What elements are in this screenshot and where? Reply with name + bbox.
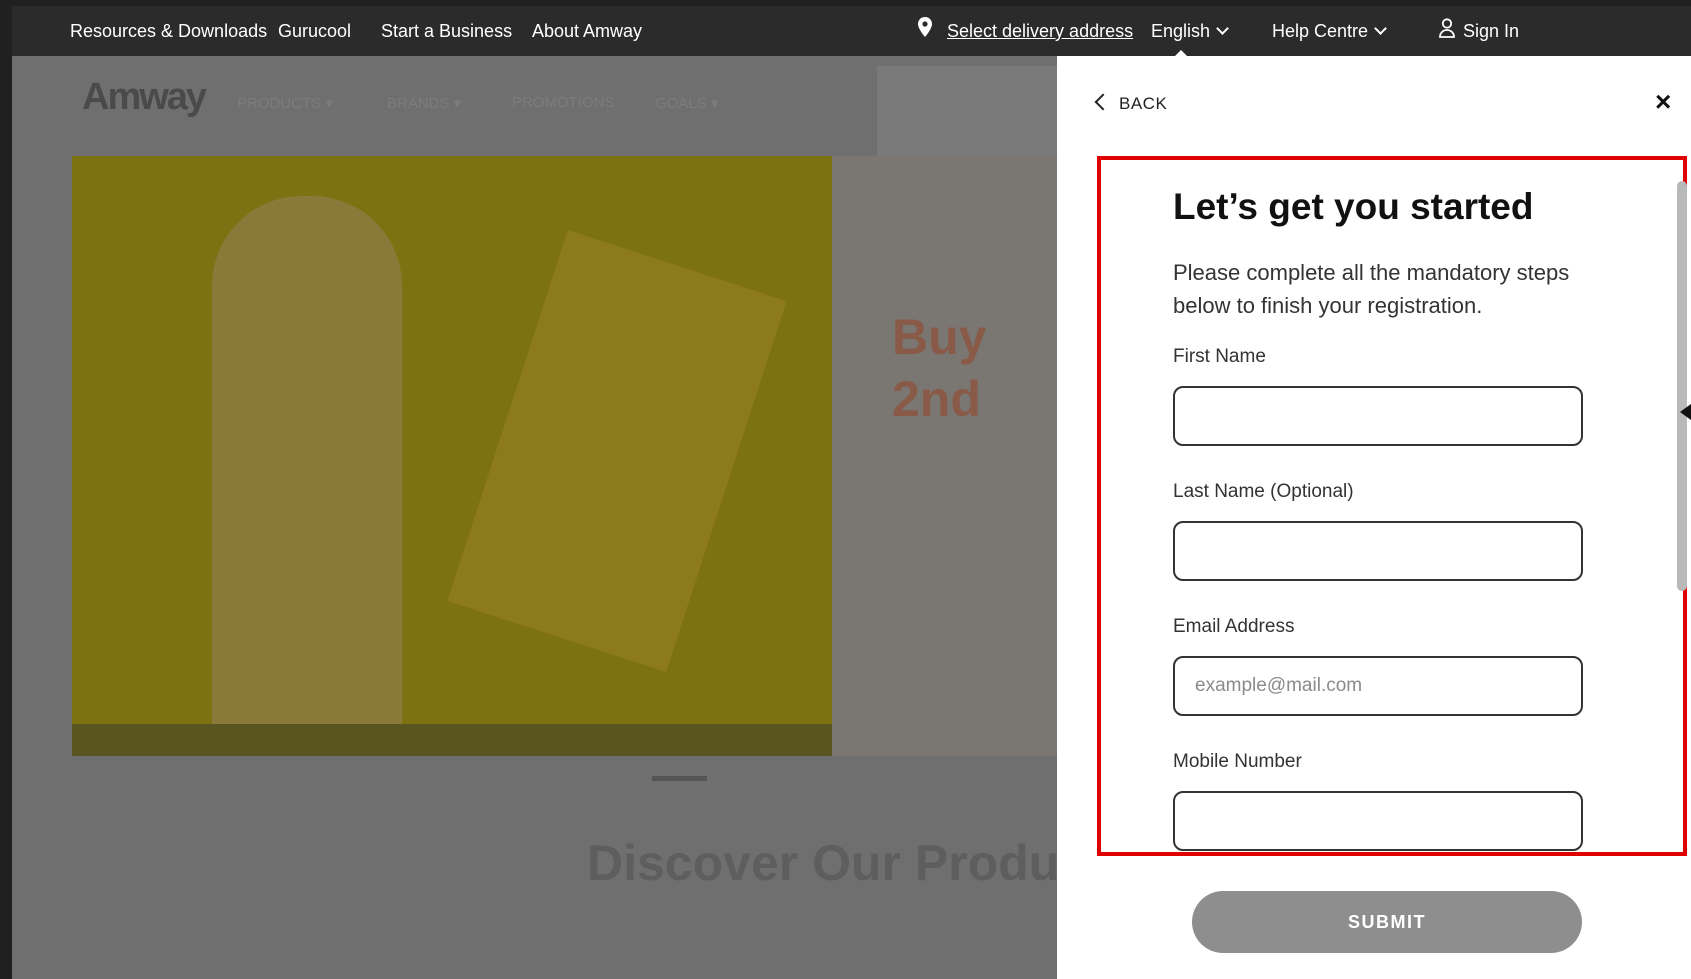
help-centre-menu[interactable]: Help Centre xyxy=(1272,6,1387,56)
mobile-number-label: Mobile Number xyxy=(1173,751,1302,772)
help-centre-label: Help Centre xyxy=(1272,21,1369,41)
nav-link-resources[interactable]: Resources & Downloads xyxy=(70,6,267,56)
chevron-left-icon xyxy=(1094,93,1112,111)
email-field[interactable] xyxy=(1173,656,1583,716)
faded-nav-goals: GOALS ▾ xyxy=(655,95,719,112)
close-icon[interactable]: × xyxy=(1655,86,1671,118)
pointer-arrow-icon xyxy=(1680,404,1691,420)
hero-person-shape xyxy=(212,196,402,756)
submit-button[interactable]: SUBMIT xyxy=(1192,891,1582,953)
back-button[interactable]: BACK xyxy=(1094,93,1168,114)
last-name-field[interactable] xyxy=(1173,521,1583,581)
mobile-number-field[interactable] xyxy=(1173,791,1583,851)
user-icon xyxy=(1439,7,1455,57)
nav-link-start-business[interactable]: Start a Business xyxy=(381,6,512,56)
discover-heading: Discover Our Produc xyxy=(587,835,1057,891)
language-selector[interactable]: English xyxy=(1151,6,1229,56)
faded-nav-brands: BRANDS ▾ xyxy=(387,95,462,112)
amway-logo: Amway xyxy=(82,76,207,118)
sign-in-label: Sign In xyxy=(1463,21,1520,41)
first-name-field[interactable] xyxy=(1173,386,1583,446)
back-label: BACK xyxy=(1119,94,1168,113)
screenshot-frame: Resources & Downloads Gurucool Start a B… xyxy=(0,0,1691,979)
nav-link-gurucool[interactable]: Gurucool xyxy=(278,6,351,56)
last-name-label: Last Name (Optional) xyxy=(1173,481,1354,502)
hero-product-bag-shape xyxy=(447,230,787,672)
dimmed-background-page: Amway PRODUCTS ▾ BRANDS ▾ PROMOTIONS GOA… xyxy=(12,56,1057,979)
first-name-label: First Name xyxy=(1173,346,1266,367)
promo-panel: Buy 2nd xyxy=(832,156,1057,756)
carousel-indicator xyxy=(652,776,707,781)
top-utility-bar: Resources & Downloads Gurucool Start a B… xyxy=(12,6,1691,57)
registration-side-panel: BACK × Let’s get you started Please comp… xyxy=(1057,56,1691,979)
select-delivery-address-link[interactable]: Select delivery address xyxy=(947,6,1133,56)
language-label: English xyxy=(1151,21,1211,41)
hero-caption-strip xyxy=(72,724,832,756)
faded-nav-promotions: PROMOTIONS xyxy=(512,94,615,111)
chevron-down-icon xyxy=(1216,22,1229,35)
form-subtitle: Please complete all the mandatory steps … xyxy=(1173,260,1570,318)
location-pin-icon xyxy=(918,6,932,56)
form-title: Let’s get you started xyxy=(1173,186,1534,227)
email-label: Email Address xyxy=(1173,616,1295,637)
panel-scrollbar[interactable] xyxy=(1677,181,1687,591)
sign-in-link[interactable]: Sign In xyxy=(1439,6,1519,56)
highlighted-form-region: Let’s get you started Please complete al… xyxy=(1097,156,1687,856)
promo-headline: Buy 2nd xyxy=(892,309,987,427)
chevron-down-icon xyxy=(1374,22,1387,35)
faded-nav-products: PRODUCTS ▾ xyxy=(237,95,333,112)
hero-banner-image xyxy=(72,156,832,756)
browser-viewport: Resources & Downloads Gurucool Start a B… xyxy=(12,6,1691,979)
nav-link-about[interactable]: About Amway xyxy=(532,6,642,56)
